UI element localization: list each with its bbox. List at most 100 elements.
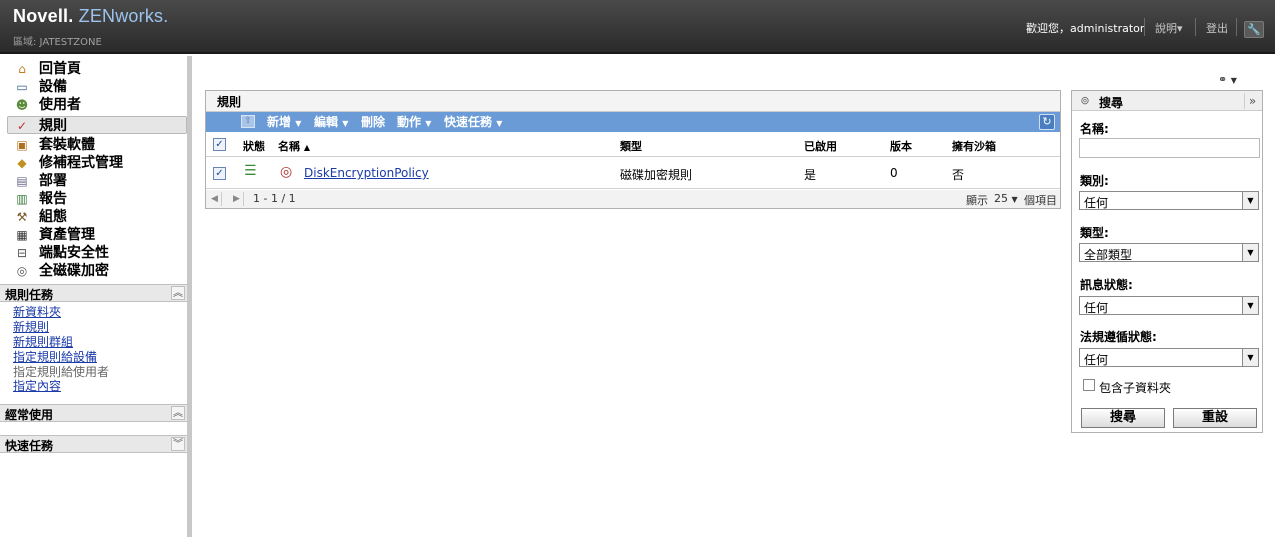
button-label: 新增 [267,115,292,129]
search-panel-header: ⊚ 搜尋 » [1072,91,1262,111]
edit-menu-button[interactable]: 編輯 ▼ [314,114,348,132]
asset-icon: ▦ [16,228,28,242]
nav-item-asset[interactable]: ▦ 資產管理 [10,226,187,244]
select-all-checkbox[interactable]: ✓ [213,138,226,151]
nav-item-patch[interactable]: ◆ 修補程式管理 [10,154,187,172]
select-value: 全部類型 [1084,248,1133,262]
policy-type: 磁碟加密規則 [620,168,693,182]
column-label: 名稱 [278,140,300,153]
quick-tasks-header[interactable]: 快速任務 ︾ [0,435,187,453]
delete-button[interactable]: 刪除 [361,114,385,130]
chevron-down-icon: ▼ [1242,244,1258,261]
name-label: 名稱: [1080,122,1109,136]
nav-splitter[interactable] [187,56,192,537]
task-assign-content[interactable]: 指定內容 [13,379,61,393]
task-assign-to-device[interactable]: 指定規則給設備 [13,350,97,364]
nav-item-deploy[interactable]: ▤ 部署 [10,172,187,190]
quick-tasks-menu-button[interactable]: 快速任務 ▼ [444,114,502,132]
task-new-policy[interactable]: 新規則 [13,320,49,334]
next-page-icon[interactable]: ▶ [230,192,244,206]
action-menu-button[interactable]: 動作 ▼ [397,114,431,132]
nav-item-home[interactable]: ⌂ 回首頁 [10,60,187,78]
zone-label: 區域: JATESTZONE [13,37,102,48]
nav-item-label: 全磁碟加密 [39,263,109,279]
page-size-label: 顯示 [966,194,988,207]
nav-item-fde[interactable]: ◎ 全磁碟加密 [10,262,187,280]
caret-down-icon: ▼ [1011,195,1018,204]
task-new-policy-group[interactable]: 新規則群組 [13,335,73,349]
previous-page-icon[interactable]: ◀ [208,192,222,206]
policy-name-link[interactable]: DiskEncryptionPolicy [304,166,429,180]
nav-item-label: 資產管理 [39,227,95,243]
sort-ascending-icon: ▲ [303,143,310,152]
include-subfolders-checkbox[interactable] [1083,379,1095,391]
nav-item-config[interactable]: ⚒ 組態 [10,208,187,226]
folder-up-icon[interactable]: ⇧ [241,115,255,128]
caret-down-icon: ▼ [342,119,349,128]
help-menu[interactable]: 說明▾ [1155,20,1183,36]
disk-encryption-policy-icon: ◎ [280,164,293,180]
page-size-select[interactable]: 25 ▼ [994,192,1018,205]
button-label: 動作 [397,115,422,129]
items-label: 個項目 [1024,194,1057,207]
search-icon: ⊚ [1080,94,1090,107]
chevron-down-icon[interactable]: ︾ [171,437,185,451]
frequent-header[interactable]: 經常使用 ︽ [0,404,187,422]
app-header: Novell. ZENworks. 區域: JATESTZONE 歡迎您，adm… [0,0,1275,54]
nav-item-label: 使用者 [39,97,81,113]
column-version[interactable]: 版本 [890,138,912,154]
nav-item-label: 設備 [39,79,67,95]
type-label: 類型: [1080,226,1109,240]
nav-item-reports[interactable]: ▥ 報告 [10,190,187,208]
column-name[interactable]: 名稱 ▲ [278,138,310,154]
left-navigation: ⌂ 回首頁 ▭ 設備 ☻ 使用者 ✓ 規則 ▣ 套裝軟體 ◆ 修補程式管理 ▤ … [0,56,187,537]
collapse-panel-icon[interactable]: » [1244,93,1260,109]
rules-panel-header: 規則 [206,91,1060,112]
nav-item-label: 規則 [39,118,67,134]
category-label: 類別: [1080,174,1109,188]
column-status[interactable]: 狀態 [243,138,265,154]
nav-item-devices[interactable]: ▭ 設備 [10,78,187,96]
compliance-status-select[interactable]: 任何 ▼ [1079,348,1259,367]
chevron-down-icon: ▼ [1242,349,1258,366]
policy-tasks-header[interactable]: 規則任務 ︽ [0,284,187,302]
tools-button[interactable]: 🔧 [1244,21,1264,38]
logout-link[interactable]: 登出 [1206,20,1228,36]
button-label: 快速任務 [444,115,493,129]
brand-logo: Novell. ZENworks. [13,6,168,27]
new-menu-button[interactable]: 新增 ▼ [267,114,301,132]
policy-enabled: 是 [804,168,817,182]
reset-button[interactable]: 重設 [1173,408,1257,428]
name-input[interactable] [1079,138,1260,158]
link-menu[interactable]: ⚭ ▼ [1218,73,1237,86]
chevron-up-icon[interactable]: ︽ [171,286,185,300]
wrench-icon: 🔧 [1247,23,1261,36]
panel-title: 快速任務 [5,439,54,453]
caret-down-icon: ▼ [1230,76,1237,85]
link-icon: ⚭ [1218,73,1228,86]
nav-item-bundles[interactable]: ▣ 套裝軟體 [10,136,187,154]
type-select[interactable]: 全部類型 ▼ [1079,243,1259,262]
status-ok-icon: ☰ [244,163,257,179]
nav-item-users[interactable]: ☻ 使用者 [10,96,187,114]
table-row[interactable]: ✓ ☰ ◎ DiskEncryptionPolicy 磁碟加密規則 是 0 否 [206,158,1060,189]
category-select[interactable]: 任何 ▼ [1079,191,1259,210]
nav-item-endpoint[interactable]: ⊟ 端點安全性 [10,244,187,262]
message-status-label: 訊息狀態: [1080,278,1133,292]
message-status-select[interactable]: 任何 ▼ [1079,296,1259,315]
welcome-text: 歡迎您，administrator [1026,22,1145,35]
search-button[interactable]: 搜尋 [1081,408,1165,428]
refresh-icon[interactable]: ↻ [1039,114,1055,130]
row-checkbox[interactable]: ✓ [213,167,226,180]
nav-item-policies[interactable]: ✓ 規則 [7,116,187,134]
policy-sandbox: 否 [952,168,965,182]
column-sandbox[interactable]: 擁有沙箱 [952,138,996,154]
lock-icon: ⊟ [16,246,28,260]
chevron-up-icon[interactable]: ︽ [171,406,185,420]
policy-version: 0 [890,166,898,180]
column-enabled[interactable]: 已啟用 [804,138,837,154]
task-new-folder[interactable]: 新資料夾 [13,305,61,319]
panel-title: 規則任務 [5,288,54,302]
nav-item-label: 部署 [39,173,67,189]
column-type[interactable]: 類型 [620,138,642,154]
